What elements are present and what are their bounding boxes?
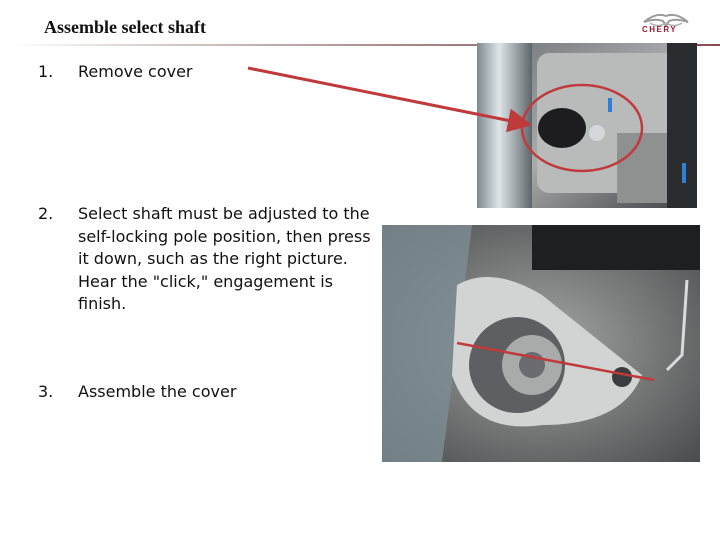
brand-name: CHERY: [642, 25, 678, 34]
cover-removal-photo: [477, 43, 697, 208]
step-text: Assemble the cover: [78, 382, 237, 401]
step-text: Select shaft must be adjusted to the sel…: [78, 204, 371, 313]
step-number: 1.: [38, 62, 54, 81]
step-number: 3.: [38, 382, 54, 401]
step-number: 2.: [38, 204, 54, 223]
step-text: Remove cover: [78, 62, 193, 81]
select-shaft-photo: [382, 225, 700, 462]
slide-title: Assemble select shaft: [44, 17, 206, 37]
